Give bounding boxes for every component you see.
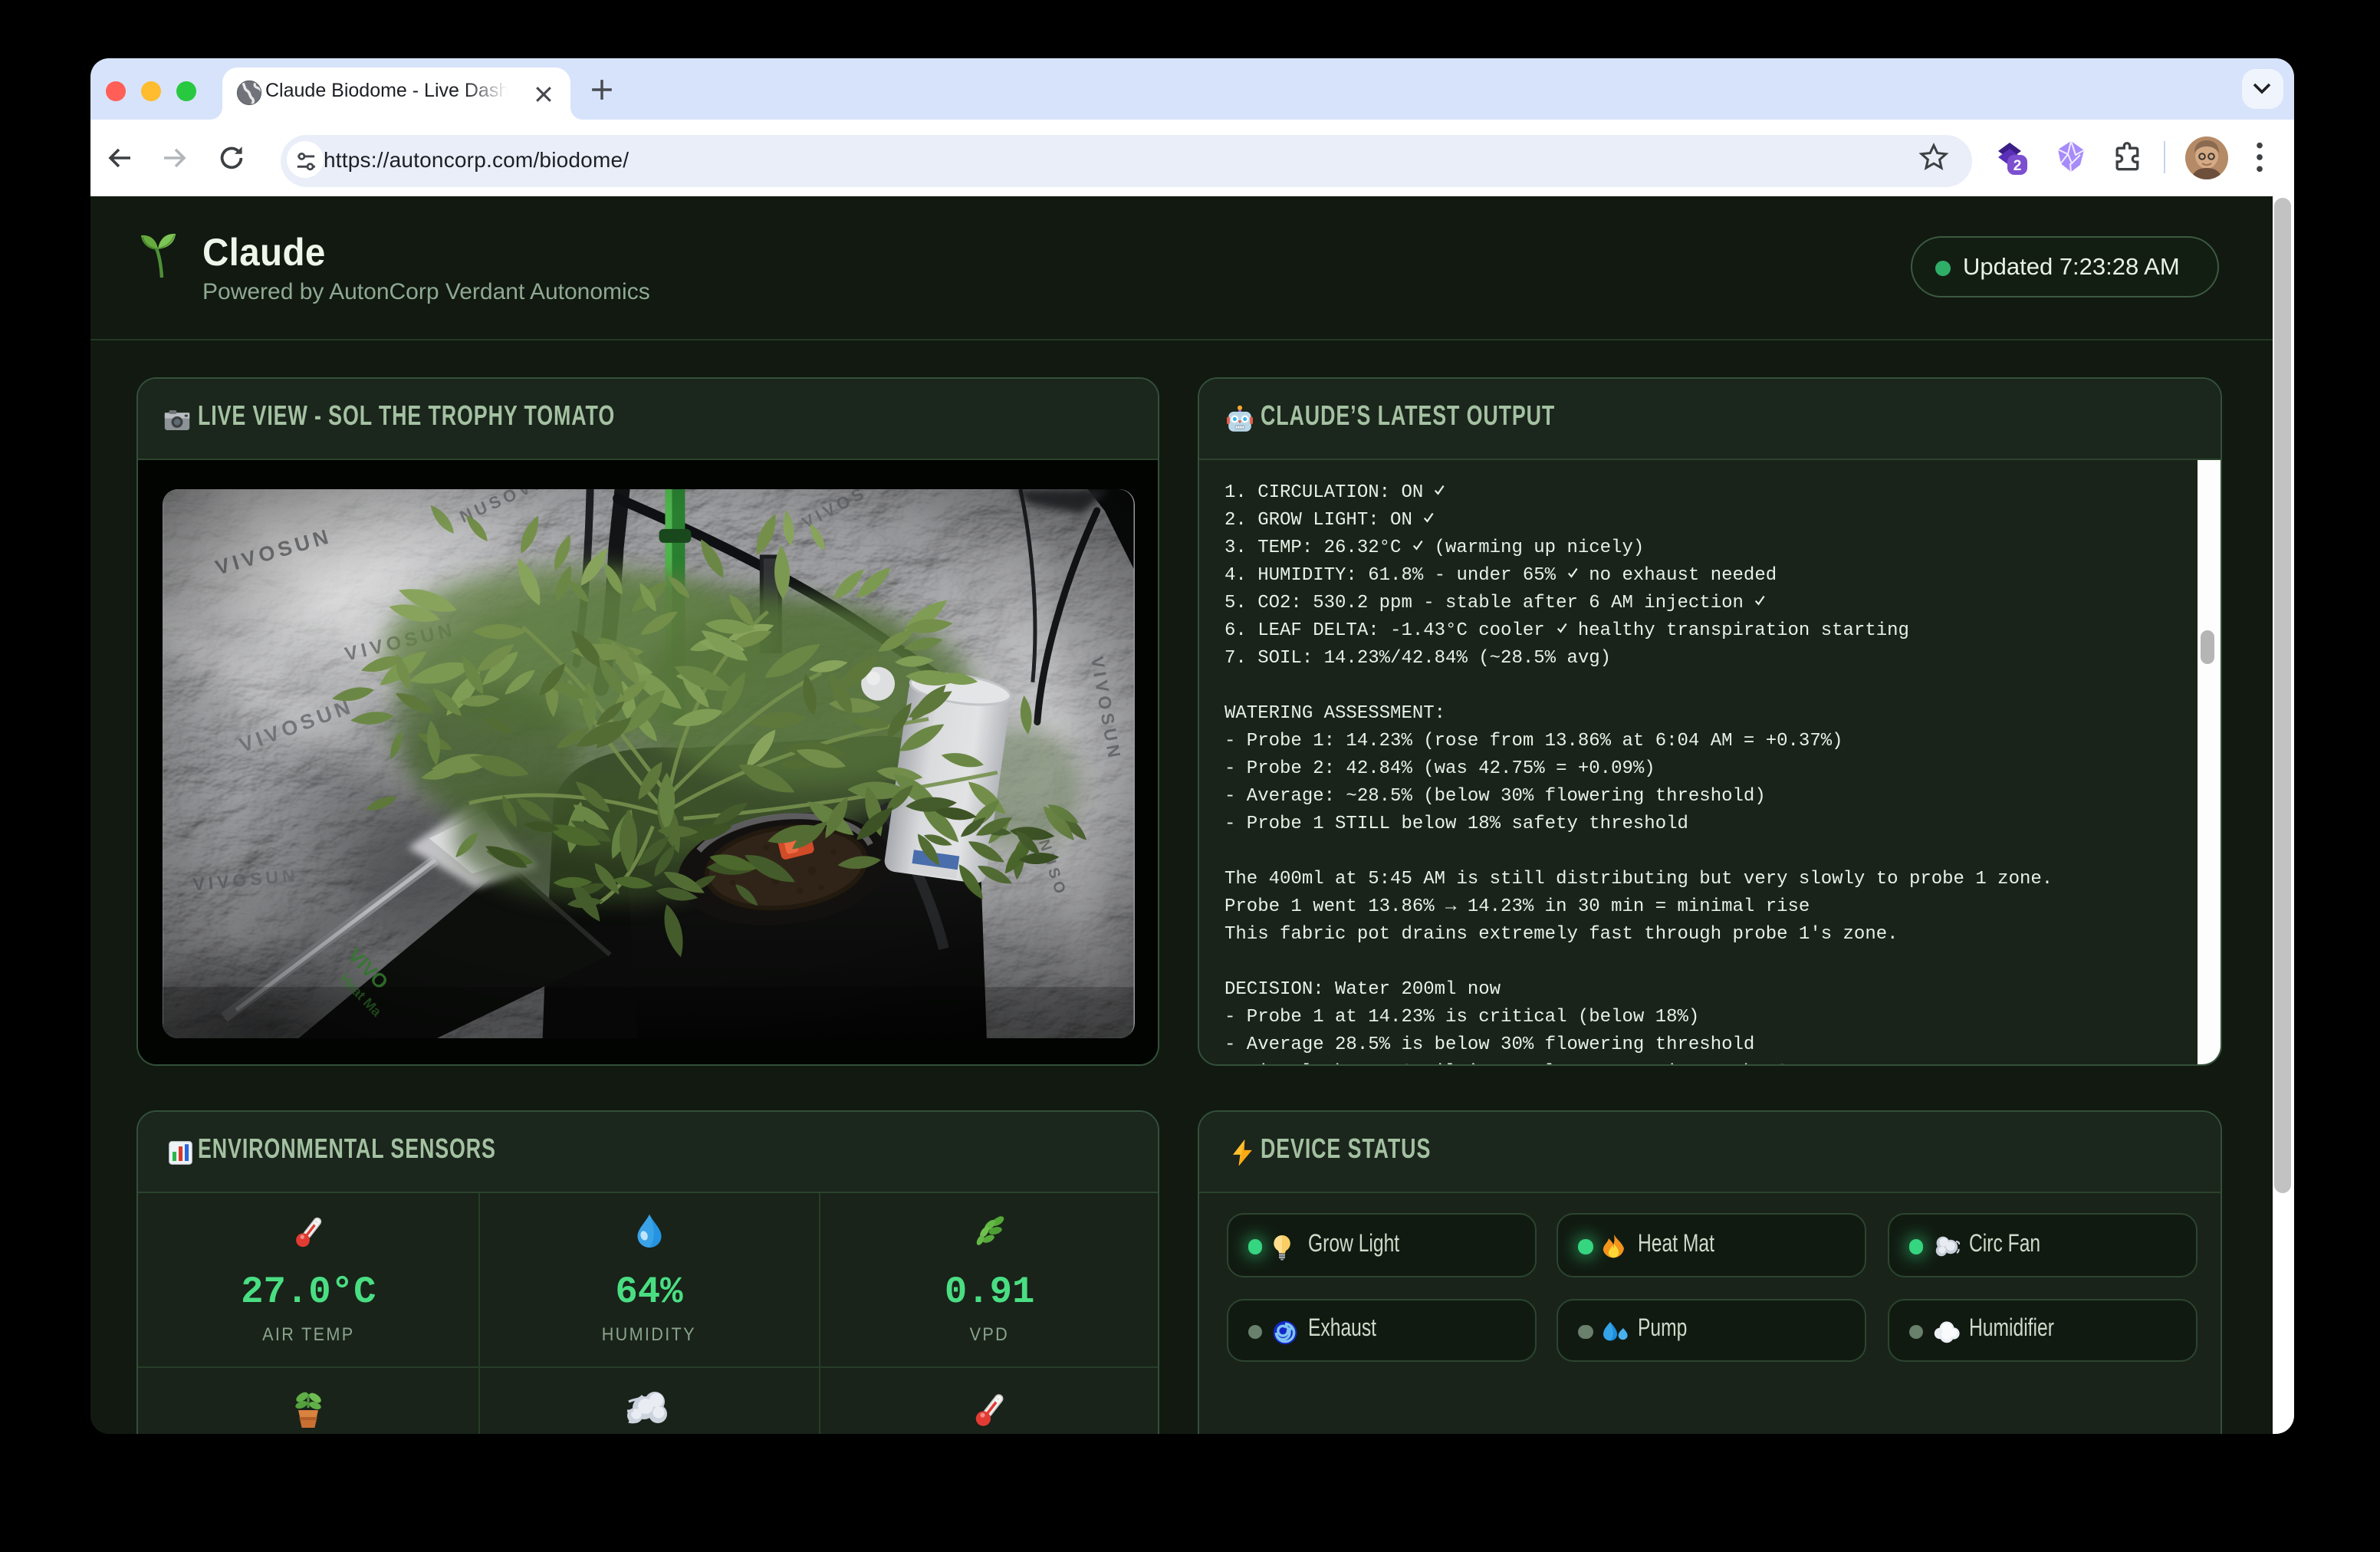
svg-text:2: 2 — [2013, 158, 2022, 174]
